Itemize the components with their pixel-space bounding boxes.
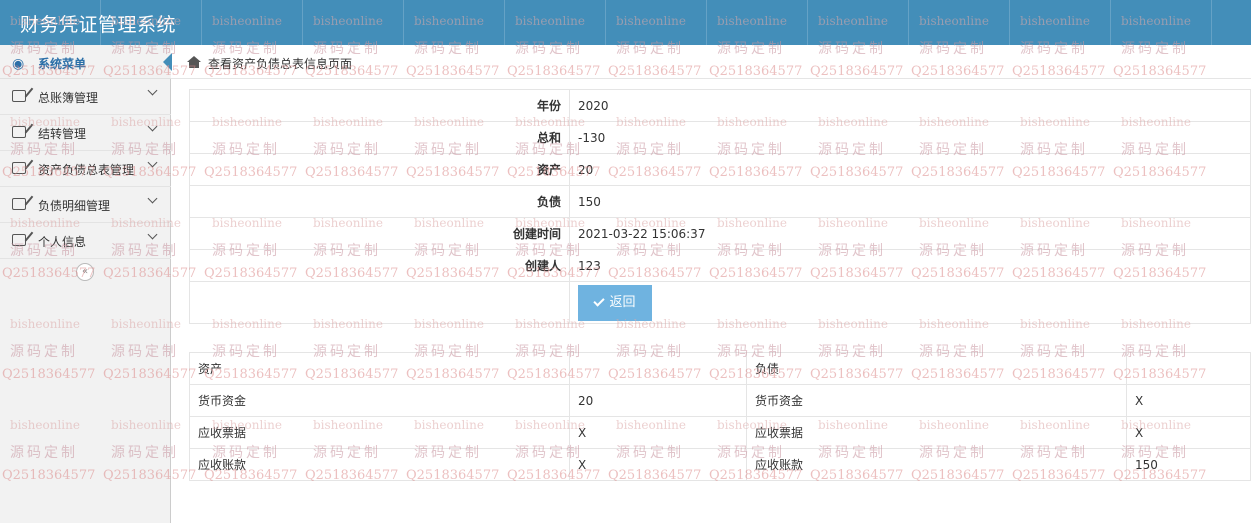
edit-icon [12, 90, 26, 102]
edit-icon [12, 162, 26, 174]
edit-icon [12, 126, 26, 138]
cell-liability-value: X [1126, 384, 1251, 417]
sidebar-item-ledger[interactable]: 总账簿管理 [0, 79, 171, 115]
cell-liability-name: 应收账款 [746, 448, 1127, 481]
cell-liability-name: 应收票据 [746, 416, 1127, 449]
field-label-year: 年份 [189, 89, 570, 122]
chevron-down-icon [147, 193, 158, 204]
table-row: 负债 150 [189, 185, 1251, 218]
cell-asset-name: 应收票据 [189, 416, 570, 449]
table-header-row: 资产 负债 [189, 352, 1251, 385]
field-label-creator: 创建人 [189, 249, 570, 282]
button-row-cell: 返回 [569, 281, 1251, 324]
edit-icon [12, 198, 26, 210]
table-row: 货币资金 20 货币资金 X [189, 384, 1251, 417]
sidebar-collapse-button[interactable]: « [76, 263, 94, 281]
field-label-total: 总和 [189, 121, 570, 154]
chevron-down-icon [147, 121, 158, 132]
cell-asset-name: 货币资金 [189, 384, 570, 417]
back-button-label: 返回 [609, 294, 636, 310]
sidebar: ◉ 系统菜单 总账簿管理 结转管理 资产负债总表管理 负债明细管理 个人信息 « [0, 45, 172, 523]
button-row: 返回 [189, 281, 1251, 324]
chevron-down-icon [147, 157, 158, 168]
sidebar-item-label: 负债明细管理 [38, 199, 111, 213]
field-label-created-time: 创建时间 [189, 217, 570, 250]
sidebar-item-liability-detail[interactable]: 负债明细管理 [0, 187, 171, 223]
cell-asset-value: X [569, 448, 747, 481]
header-liabilities: 负债 [746, 352, 1127, 385]
field-value-assets: 20 [569, 153, 1251, 186]
cell-liability-name: 货币资金 [746, 384, 1127, 417]
header-assets: 资产 [189, 352, 570, 385]
table-row: 创建时间 2021-03-22 15:06:37 [189, 217, 1251, 250]
sidebar-item-label: 总账簿管理 [38, 91, 99, 105]
sidebar-item-label: 个人信息 [38, 235, 87, 249]
detail-table: 年份 2020 总和 -130 资产 20 负债 150 创建时间 2021-0… [189, 89, 1251, 324]
header-assets-value [569, 352, 747, 385]
cell-asset-value: 20 [569, 384, 747, 417]
breadcrumb-text: 查看资产负债总表信息页面 [208, 57, 353, 71]
field-value-total: -130 [569, 121, 1251, 154]
check-icon [593, 294, 606, 307]
chevron-down-icon [147, 229, 158, 240]
field-value-liabilities: 150 [569, 185, 1251, 218]
field-value-creator: 123 [569, 249, 1251, 282]
button-row-spacer [189, 281, 570, 324]
dashboard-icon: ◉ [12, 56, 25, 72]
header-liabilities-value [1126, 352, 1251, 385]
field-label-assets: 资产 [189, 153, 570, 186]
field-label-liabilities: 负债 [189, 185, 570, 218]
sidebar-item-carryover[interactable]: 结转管理 [0, 115, 171, 151]
app-title: 财务凭证管理系统 [20, 14, 177, 36]
sidebar-item-balance-sheet[interactable]: 资产负债总表管理 [0, 151, 171, 187]
cell-asset-name: 应收账款 [189, 448, 570, 481]
cell-asset-value: X [569, 416, 747, 449]
chevron-down-icon [147, 85, 158, 96]
table-row: 应收账款 X 应收账款 150 [189, 448, 1251, 481]
header-pattern [0, 0, 1251, 45]
cell-liability-value: X [1126, 416, 1251, 449]
back-button[interactable]: 返回 [578, 284, 652, 321]
table-row: 创建人 123 [189, 249, 1251, 282]
table-row: 年份 2020 [189, 89, 1251, 122]
field-value-year: 2020 [569, 89, 1251, 122]
table-row: 应收票据 X 应收票据 X [189, 416, 1251, 449]
home-icon[interactable] [187, 56, 201, 68]
sidebar-item-profile[interactable]: 个人信息 [0, 223, 171, 259]
balance-table: 资产 负债 货币资金 20 货币资金 X 应收票据 X 应收票据 X 应收账款 … [189, 352, 1251, 481]
app-header: 财务凭证管理系统 [0, 0, 1251, 45]
breadcrumb: 查看资产负债总表信息页面 [171, 45, 1251, 79]
sidebar-menu-header: ◉ 系统菜单 [0, 45, 172, 79]
field-value-created-time: 2021-03-22 15:06:37 [569, 217, 1251, 250]
cell-liability-value: 150 [1126, 448, 1251, 481]
table-row: 资产 20 [189, 153, 1251, 186]
edit-icon [12, 234, 26, 246]
sidebar-item-label: 结转管理 [38, 127, 87, 141]
sidebar-item-label: 资产负债总表管理 [38, 163, 135, 177]
sidebar-menu-label: 系统菜单 [38, 57, 87, 71]
table-row: 总和 -130 [189, 121, 1251, 154]
